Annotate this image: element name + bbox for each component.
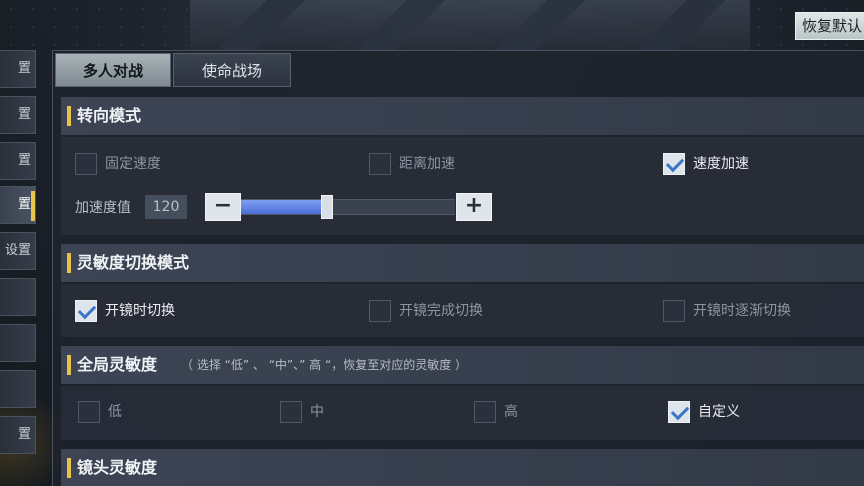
checkbox[interactable]: [369, 153, 391, 175]
section-header-turn-mode: 转向模式: [61, 97, 864, 135]
tab-multiplayer[interactable]: 多人对战: [55, 53, 171, 87]
section-header-global-sens: 全局灵敏度 （ 选择 “低” 、 “中”、” 高 “，恢复至对应的灵敏度 ）: [61, 346, 864, 384]
checkbox[interactable]: [280, 401, 302, 423]
section-hint: （ 选择 “低” 、 “中”、” 高 “，恢复至对应的灵敏度 ）: [181, 358, 468, 372]
checkbox[interactable]: [663, 300, 685, 322]
sidebar-item-3[interactable]: 置: [0, 142, 36, 180]
checkbox[interactable]: [474, 401, 496, 423]
option-label: 开镜完成切换: [399, 303, 483, 319]
sidebar-item-8[interactable]: [0, 370, 36, 408]
section-body-global-sens: [61, 386, 864, 440]
checkbox-checked[interactable]: [663, 153, 685, 175]
accel-value-input[interactable]: 120: [145, 195, 187, 219]
tab-battle-royale[interactable]: 使命战场: [173, 53, 291, 87]
accel-slider[interactable]: [241, 195, 455, 219]
restore-default-button[interactable]: 恢复默认: [795, 12, 864, 40]
sidebar-item-1[interactable]: 置: [0, 50, 36, 88]
checkbox[interactable]: [78, 401, 100, 423]
section-accent-bar: [67, 253, 71, 273]
checkbox[interactable]: [369, 300, 391, 322]
option-label: 高: [504, 404, 518, 420]
sidebar-item-4[interactable]: 置: [0, 186, 36, 224]
option-label: 中: [310, 404, 324, 420]
sidebar-item-7[interactable]: [0, 324, 36, 362]
decrease-button[interactable]: −: [205, 193, 241, 221]
background-emblem: [190, 0, 750, 52]
sidebar-item-2[interactable]: 置: [0, 96, 36, 134]
checkbox[interactable]: [75, 153, 97, 175]
increase-button[interactable]: +: [456, 193, 492, 221]
option-label: 距离加速: [399, 156, 455, 172]
section-accent-bar: [67, 355, 71, 375]
slider-handle[interactable]: [321, 195, 333, 219]
checkbox-checked[interactable]: [75, 300, 97, 322]
sidebar-item-5[interactable]: 设置: [0, 232, 36, 270]
option-label: 低: [108, 404, 122, 420]
option-label: 开镜时逐渐切换: [693, 303, 791, 319]
slider-fill: [241, 200, 327, 214]
section-accent-bar: [67, 458, 71, 478]
section-header-sens-switch: 灵敏度切换模式: [61, 244, 864, 282]
section-title: 全局灵敏度: [77, 355, 158, 374]
option-label: 速度加速: [693, 156, 749, 172]
accel-label: 加速度值: [75, 200, 131, 216]
option-label: 开镜时切换: [105, 303, 175, 319]
section-title: 转向模式: [77, 106, 142, 125]
section-title: 灵敏度切换模式: [77, 253, 190, 272]
sidebar-item-6[interactable]: [0, 278, 36, 316]
option-label: 自定义: [698, 404, 740, 420]
section-accent-bar: [67, 106, 71, 126]
section-title: 镜头灵敏度: [77, 458, 158, 477]
sidebar-item-9[interactable]: 置: [0, 416, 36, 454]
section-header-lens-sens: 镜头灵敏度: [61, 449, 864, 486]
option-label: 固定速度: [105, 156, 161, 172]
settings-panel: 多人对战 使命战场 转向模式 灵敏度切换模式 全局灵敏度 （ 选择 “低” 、 …: [52, 50, 864, 486]
checkbox-checked[interactable]: [668, 401, 690, 423]
